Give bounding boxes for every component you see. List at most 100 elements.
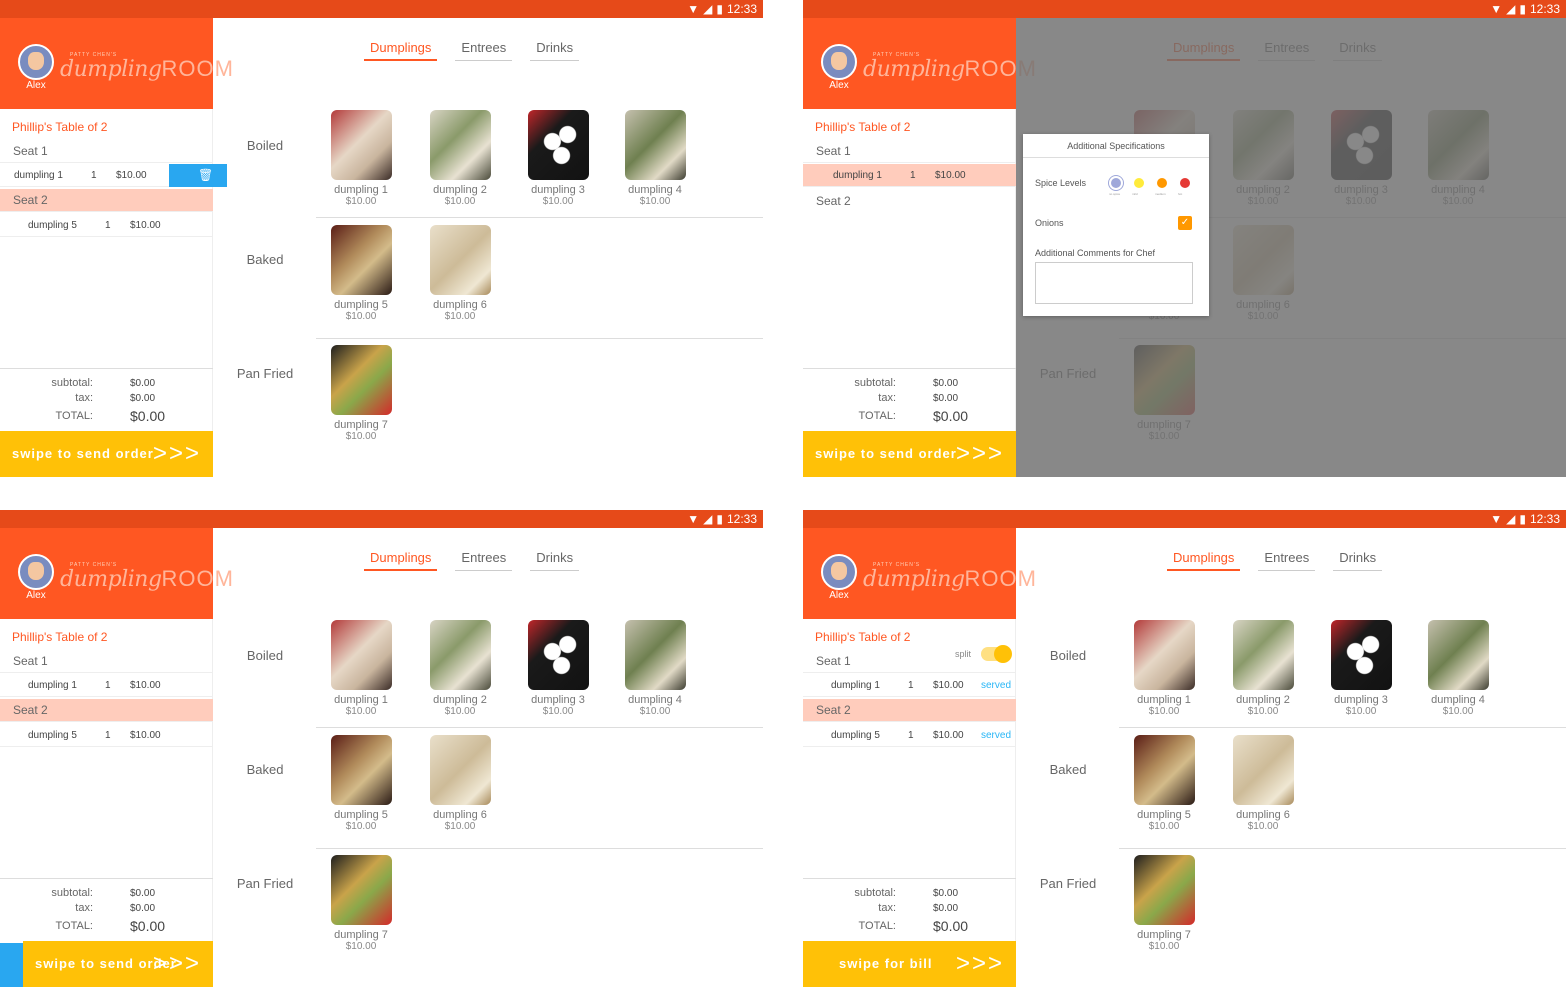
battery-icon: ▮ xyxy=(1519,2,1526,16)
avatar[interactable] xyxy=(18,554,54,590)
menu-item-name: dumpling 2 xyxy=(433,184,487,196)
delete-button[interactable]: 🗑 xyxy=(169,164,227,187)
menu-item-dumpling-7[interactable]: dumpling 7$10.00 xyxy=(321,855,401,952)
menu-item-name: dumpling 1 xyxy=(334,694,388,706)
menu-item-dumpling-2[interactable]: dumpling 2$10.00 xyxy=(420,110,500,207)
menu-item-dumpling-1[interactable]: dumpling 1$10.00 xyxy=(321,620,401,717)
tax-value: $0.00 xyxy=(130,393,156,404)
menu-item-dumpling-3[interactable]: dumpling 3$10.00 xyxy=(518,110,598,207)
menu-item-dumpling-4[interactable]: dumpling 4$10.00 xyxy=(615,620,695,717)
swipe-to-send-order[interactable]: swipe to send order >>> xyxy=(803,431,1016,477)
menu-item-dumpling-3[interactable]: dumpling 3$10.00 xyxy=(1321,620,1401,717)
menu-item-dumpling-1[interactable]: dumpling 1$10.00 xyxy=(1124,620,1204,717)
menu-item-dumpling-2[interactable]: dumpling 2$10.00 xyxy=(1223,620,1303,717)
avatar[interactable] xyxy=(821,554,857,590)
tab-dumplings[interactable]: Dumplings xyxy=(364,550,438,571)
menu-item-price: $10.00 xyxy=(639,196,671,207)
table-title[interactable]: Phillip's Table of 2 xyxy=(815,630,910,644)
tab-dumplings[interactable]: Dumplings xyxy=(364,40,438,61)
order-item-price: $10.00 xyxy=(130,220,161,231)
order-row-dumpling-1[interactable]: dumpling 1 1 $10.00 xyxy=(0,674,213,697)
wifi-icon: ▼ xyxy=(1490,512,1503,526)
menu-item-name: dumpling 7 xyxy=(1137,929,1191,941)
swipe-for-bill[interactable]: swipe for bill >>> xyxy=(803,941,1016,987)
avatar[interactable] xyxy=(821,44,857,80)
logo-caps: ROOM xyxy=(161,566,234,591)
onions-checkbox[interactable]: ✓ xyxy=(1178,216,1192,230)
menu-item-dumpling-5[interactable]: dumpling 5$10.00 xyxy=(1124,735,1204,832)
menu-item-dumpling-1[interactable]: dumpling 1$10.00 xyxy=(321,110,401,207)
order-item-price: $10.00 xyxy=(933,680,964,691)
swipe-to-send-order[interactable]: swipe to send order >>> xyxy=(23,941,213,987)
seat-1-header[interactable]: Seat 1 xyxy=(0,650,213,673)
logo-caps: ROOM xyxy=(161,56,234,81)
seat-1-header[interactable]: Seat 1 xyxy=(803,650,1016,673)
subtotal-value: $0.00 xyxy=(130,888,156,899)
seat-2-header[interactable]: Seat 2 xyxy=(0,699,213,722)
order-row-dumpling-5[interactable]: dumpling 5 1 $10.00 xyxy=(0,724,213,747)
order-item-qty: 1 xyxy=(908,680,914,691)
menu-item-dumpling-2[interactable]: dumpling 2$10.00 xyxy=(420,620,500,717)
tab-drinks[interactable]: Drinks xyxy=(530,40,580,61)
menu-item-dumpling-5[interactable]: dumpling 5$10.00 xyxy=(321,225,401,322)
totals-divider xyxy=(0,368,213,369)
tab-drinks[interactable]: Drinks xyxy=(530,550,580,571)
spice-option-mild[interactable] xyxy=(1134,178,1144,188)
swipe-progress xyxy=(0,943,23,987)
order-item-qty: 1 xyxy=(105,730,111,741)
order-row-dumpling-1[interactable]: dumpling 1 1 $10.00 xyxy=(803,164,1016,187)
menu-item-dumpling-7[interactable]: dumpling 7$10.00 xyxy=(321,345,401,442)
dumpling-photo xyxy=(624,620,686,690)
menu-item-dumpling-6[interactable]: dumpling 6$10.00 xyxy=(1223,735,1303,832)
order-item-qty: 1 xyxy=(105,220,111,231)
menu-item-dumpling-4[interactable]: dumpling 4$10.00 xyxy=(1418,620,1498,717)
menu-item-dumpling-5[interactable]: dumpling 5$10.00 xyxy=(321,735,401,832)
dumpling-photo xyxy=(1427,620,1489,690)
order-row-dumpling-5[interactable]: dumpling 5 1 $10.00 served xyxy=(803,724,1016,747)
table-title[interactable]: Phillip's Table of 2 xyxy=(12,630,107,644)
avatar[interactable] xyxy=(18,44,54,80)
spice-option-medium[interactable] xyxy=(1157,178,1167,188)
tab-entrees[interactable]: Entrees xyxy=(1258,550,1316,571)
menu-item-dumpling-3[interactable]: dumpling 3$10.00 xyxy=(518,620,598,717)
table-title[interactable]: Phillip's Table of 2 xyxy=(815,120,910,134)
spice-option-label: hot xyxy=(1178,192,1183,196)
seat-1-header[interactable]: Seat 1 xyxy=(803,140,1016,163)
seat-2-header[interactable]: Seat 2 xyxy=(803,699,1016,722)
seat-2-header[interactable]: Seat 2 xyxy=(803,190,1016,213)
seat-2-header[interactable]: Seat 2 xyxy=(0,189,213,212)
brand-header: Alex PATTY CHEN'S dumplingROOM xyxy=(803,18,1036,109)
menu-item-name: dumpling 1 xyxy=(334,184,388,196)
menu-item-dumpling-4[interactable]: dumpling 4$10.00 xyxy=(615,110,695,207)
category-pan-fried: Pan Fried xyxy=(236,876,294,891)
category-boiled: Boiled xyxy=(246,138,284,153)
tab-entrees[interactable]: Entrees xyxy=(455,40,513,61)
chef-comments-input[interactable] xyxy=(1035,262,1193,304)
swipe-label: swipe to send order xyxy=(815,446,957,461)
order-item-name: dumpling 5 xyxy=(831,730,880,741)
tab-dumplings[interactable]: Dumplings xyxy=(1167,550,1241,571)
order-row-dumpling-1[interactable]: dumpling 1 1 $10.00 🗑 xyxy=(0,164,227,187)
order-row-dumpling-5[interactable]: dumpling 5 1 $10.00 xyxy=(0,214,213,237)
menu-item-price: $10.00 xyxy=(542,196,574,207)
tab-drinks[interactable]: Drinks xyxy=(1333,550,1383,571)
menu-item-dumpling-6[interactable]: dumpling 6$10.00 xyxy=(420,735,500,832)
menu-item-dumpling-7[interactable]: dumpling 7$10.00 xyxy=(1124,855,1204,952)
category-baked: Baked xyxy=(1049,762,1087,777)
status-time: 12:33 xyxy=(726,2,757,16)
menu-item-dumpling-6[interactable]: dumpling 6$10.00 xyxy=(420,225,500,322)
spice-option-no-spice[interactable] xyxy=(1111,178,1121,188)
seat-1-header[interactable]: Seat 1 xyxy=(0,140,213,163)
wifi-icon: ▼ xyxy=(687,2,700,16)
tab-entrees[interactable]: Entrees xyxy=(455,550,513,571)
signal-icon: ◢ xyxy=(1506,2,1516,16)
spice-option-hot[interactable] xyxy=(1180,178,1190,188)
dumpling-photo xyxy=(1232,735,1294,805)
menu-item-name: dumpling 3 xyxy=(1334,694,1388,706)
menu-item-price: $10.00 xyxy=(1148,706,1180,717)
menu-tabs: Dumplings Entrees Drinks xyxy=(1167,550,1400,571)
order-row-dumpling-1[interactable]: dumpling 1 1 $10.00 served xyxy=(803,674,1016,697)
order-item-qty: 1 xyxy=(91,170,97,181)
table-title[interactable]: Phillip's Table of 2 xyxy=(12,120,107,134)
swipe-to-send-order[interactable]: swipe to send order >>> xyxy=(0,431,213,477)
